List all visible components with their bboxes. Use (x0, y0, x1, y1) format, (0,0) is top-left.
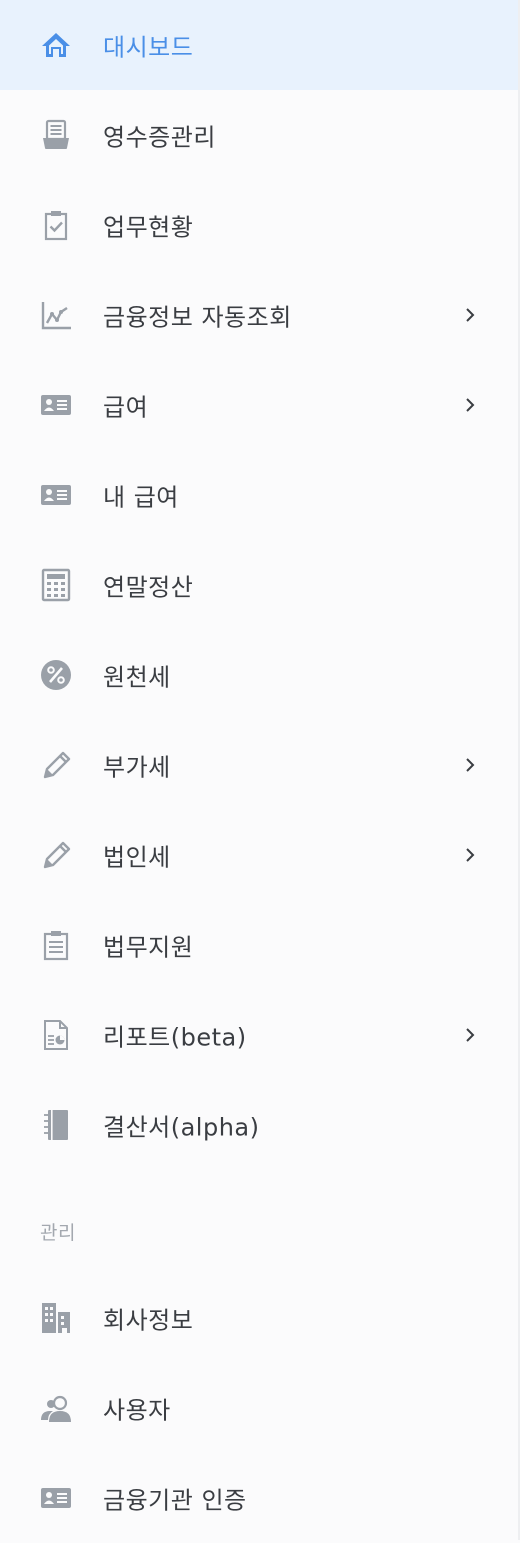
menu-item-financial-statements[interactable]: 결산서(alpha) (0, 1080, 520, 1170)
chevron-right-icon (460, 755, 480, 775)
menu-item-company-info[interactable]: 회사정보 (0, 1273, 518, 1363)
menu-item-year-end-settlement[interactable]: 연말정산 (0, 540, 520, 630)
menu-item-withholding-tax[interactable]: 원천세 (0, 630, 520, 720)
menu-label: 결산서(alpha) (103, 1113, 260, 1142)
chevron-right-icon (460, 305, 480, 325)
menu-label: 영수증관리 (103, 123, 216, 152)
menu-item-legal-support[interactable]: 법무지원 (0, 900, 520, 990)
admin-menu: 회사정보 사용자 금융기관 인증 (0, 1273, 518, 1543)
clipboard-list-icon (36, 925, 76, 965)
section-title-admin: 관리 (40, 1222, 76, 1244)
calculator-icon (36, 565, 76, 605)
line-chart-icon (36, 295, 76, 335)
menu-label: 대시보드 (103, 33, 194, 62)
menu-item-my-payroll[interactable]: 내 급여 (0, 450, 520, 540)
chevron-right-icon (460, 1025, 480, 1045)
menu-label: 법인세 (103, 843, 171, 872)
menu-item-vat[interactable]: 부가세 (0, 720, 520, 810)
menu-label: 리포트(beta) (103, 1023, 247, 1052)
menu-item-financial-institution-auth[interactable]: 금융기관 인증 (0, 1453, 518, 1543)
menu-label: 법무지원 (103, 933, 194, 962)
menu-item-report[interactable]: 리포트(beta) (0, 990, 520, 1080)
id-card-icon (36, 385, 76, 425)
menu-label: 회사정보 (103, 1306, 194, 1335)
pencil-icon (36, 835, 76, 875)
menu-item-receipts[interactable]: 영수증관리 (0, 90, 520, 180)
menu-label: 부가세 (103, 753, 171, 782)
menu-label: 사용자 (103, 1396, 171, 1425)
menu-label: 업무현황 (103, 213, 194, 242)
main-menu: 대시보드 영수증관리 업무현황 금융정보 자동조회 급여 내 급여 연말정산 원… (0, 0, 520, 1170)
percent-icon (36, 655, 76, 695)
building-icon (36, 1298, 76, 1338)
pencil-icon (36, 745, 76, 785)
menu-label: 급여 (103, 393, 149, 422)
menu-label: 연말정산 (103, 573, 194, 602)
notebook-icon (36, 1105, 76, 1145)
menu-item-work-status[interactable]: 업무현황 (0, 180, 520, 270)
home-icon (36, 25, 76, 65)
report-icon (36, 1015, 76, 1055)
id-card-icon (36, 1478, 76, 1518)
menu-item-corporate-tax[interactable]: 법인세 (0, 810, 520, 900)
menu-item-financial-auto-query[interactable]: 금융정보 자동조회 (0, 270, 520, 360)
menu-label: 금융정보 자동조회 (103, 303, 292, 332)
chevron-right-icon (460, 395, 480, 415)
menu-item-payroll[interactable]: 급여 (0, 360, 520, 450)
user-icon (36, 1388, 76, 1428)
menu-item-users[interactable]: 사용자 (0, 1363, 518, 1453)
menu-label: 금융기관 인증 (103, 1486, 247, 1515)
clipboard-check-icon (36, 205, 76, 245)
menu-label: 내 급여 (103, 483, 179, 512)
chevron-right-icon (460, 845, 480, 865)
id-card-icon (36, 475, 76, 515)
receipt-icon (36, 115, 76, 155)
menu-label: 원천세 (103, 663, 171, 692)
menu-item-dashboard[interactable]: 대시보드 (0, 0, 518, 90)
sidebar: 대시보드 영수증관리 업무현황 금융정보 자동조회 급여 내 급여 연말정산 원… (0, 0, 520, 1540)
